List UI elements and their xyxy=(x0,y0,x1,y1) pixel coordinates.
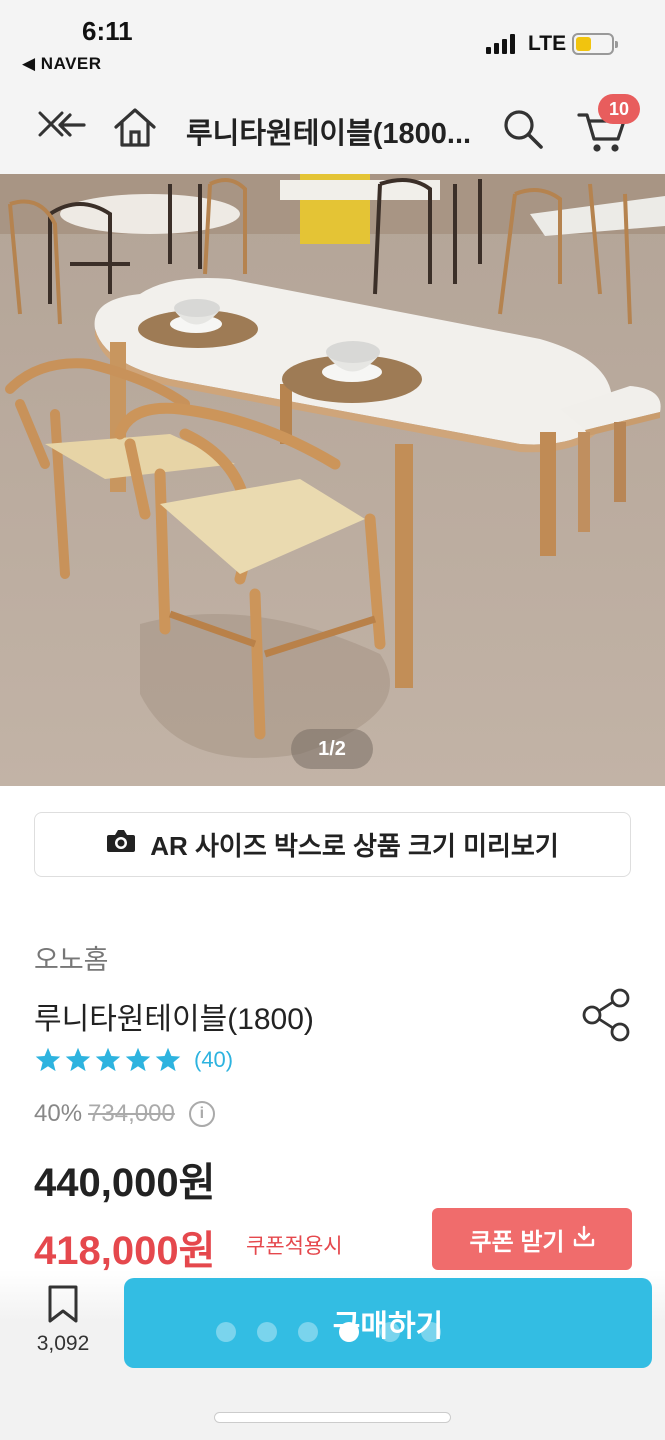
camera-icon xyxy=(106,828,136,861)
battery-icon xyxy=(572,33,618,55)
coupon-button-label: 쿠폰 받기 xyxy=(469,1228,565,1256)
bookmark-count: 3,092 xyxy=(36,1332,90,1355)
status-bar: 6:11 ◀ NAVER LTE xyxy=(0,0,665,82)
page-dot xyxy=(216,1322,236,1342)
page-dot xyxy=(380,1322,400,1342)
back-to-app-link[interactable]: ◀ NAVER xyxy=(22,54,102,74)
clock: 6:11 xyxy=(82,16,133,46)
page-title: 루니타원테이블(1800... xyxy=(186,118,472,150)
sale-price: 440,000원 xyxy=(34,1161,216,1205)
bookmark-icon xyxy=(48,1285,78,1323)
brand-name[interactable]: 오노홈 xyxy=(34,938,109,977)
page-dot xyxy=(298,1322,318,1342)
info-icon[interactable]: i xyxy=(188,1101,215,1127)
coupon-note: 쿠폰적용시 xyxy=(246,1235,343,1258)
search-icon[interactable] xyxy=(498,104,548,154)
ar-preview-label: AR 사이즈 박스로 상품 크기 미리보기 xyxy=(150,831,559,861)
image-counter: 1/2 xyxy=(291,729,373,769)
cart-count-badge: 10 xyxy=(598,94,640,124)
review-count[interactable]: (40) xyxy=(194,1047,233,1073)
rating[interactable]: (40) xyxy=(34,1046,233,1074)
page-dot xyxy=(257,1322,277,1342)
home-indicator[interactable] xyxy=(214,1412,451,1423)
download-icon xyxy=(573,1225,595,1254)
price-row: 40% 734,000 i xyxy=(34,1100,215,1128)
star-icon xyxy=(155,1047,181,1072)
original-price: 734,000 xyxy=(88,1100,175,1127)
ar-preview-button[interactable]: AR 사이즈 박스로 상품 크기 미리보기 xyxy=(34,812,631,877)
top-navigation: 루니타원테이블(1800... 10 xyxy=(0,82,665,174)
coupon-download-button[interactable]: 쿠폰 받기 xyxy=(432,1208,632,1270)
bookmark-button[interactable]: 3,092 xyxy=(28,1284,98,1364)
star-icon xyxy=(65,1047,91,1072)
signal-icon xyxy=(486,34,515,54)
product-name: 루니타원테이블(1800) xyxy=(34,1003,314,1036)
star-icon xyxy=(125,1047,151,1072)
star-icon xyxy=(35,1047,61,1072)
bottom-action-bar: 3,092 구매하기 xyxy=(0,1270,665,1440)
product-image[interactable]: 1/2 xyxy=(0,174,665,786)
page-dot-active xyxy=(339,1322,359,1342)
product-photo xyxy=(0,174,665,786)
home-icon[interactable] xyxy=(110,102,160,152)
coupon-price: 418,000원 xyxy=(34,1229,216,1273)
page-indicator xyxy=(216,1322,441,1342)
star-icon xyxy=(95,1047,121,1072)
share-icon[interactable] xyxy=(580,988,634,1042)
network-type: LTE xyxy=(528,32,567,55)
discount-rate: 40% xyxy=(34,1100,83,1127)
close-back-icon[interactable] xyxy=(30,102,90,152)
page-dot xyxy=(421,1322,441,1342)
